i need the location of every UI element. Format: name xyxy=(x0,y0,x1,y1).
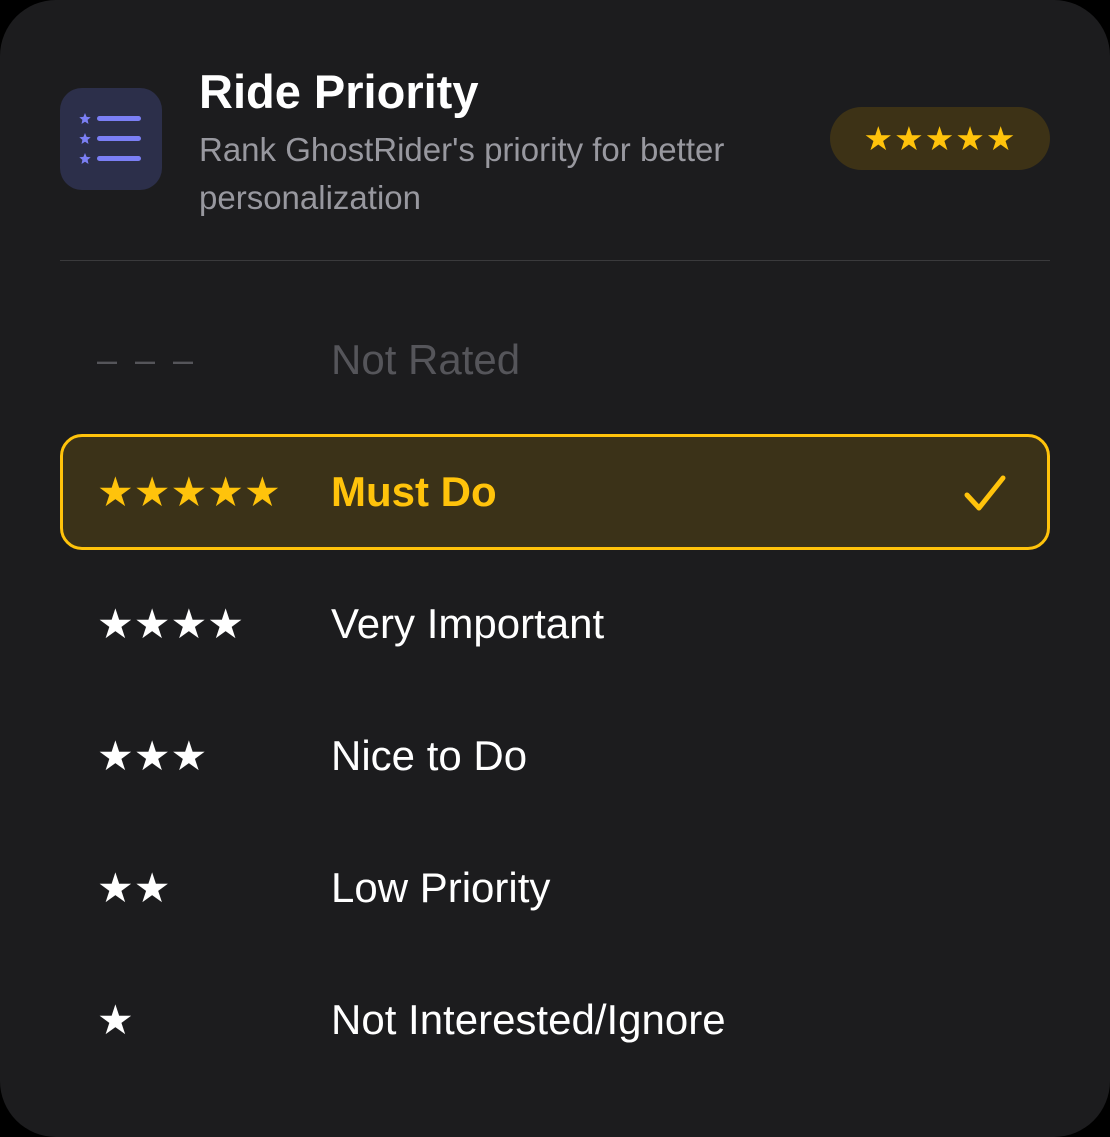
header-divider xyxy=(60,260,1050,261)
option-stars: ★★★★ xyxy=(97,601,245,647)
option-not-interested[interactable]: ★ Not Interested/Ignore xyxy=(60,962,1050,1078)
starred-list-icon xyxy=(60,88,162,190)
option-must-do[interactable]: ★★★★★ Must Do xyxy=(60,434,1050,550)
option-label: Not Interested/Ignore xyxy=(331,996,726,1043)
option-very-important[interactable]: ★★★★ Very Important xyxy=(60,566,1050,682)
option-nice-to-do[interactable]: ★★★ Nice to Do xyxy=(60,698,1050,814)
option-stars: ★★★★★ xyxy=(97,469,281,515)
option-label: Nice to Do xyxy=(331,732,528,779)
option-low-priority[interactable]: ★★ Low Priority xyxy=(60,830,1050,946)
ride-priority-sheet: Ride Priority Rank GhostRider's priority… xyxy=(0,0,1110,1137)
page-title: Ride Priority xyxy=(199,65,479,118)
checkmark-icon xyxy=(964,475,1006,511)
option-label: Very Important xyxy=(331,600,605,647)
option-stars: – – – xyxy=(97,339,198,380)
option-label: Not Rated xyxy=(331,336,521,383)
current-rating-badge: ★★★★★ xyxy=(830,107,1050,170)
option-stars: ★ xyxy=(97,997,134,1043)
option-stars: ★★ xyxy=(97,865,171,911)
page-subtitle: Rank GhostRider's priority for better pe… xyxy=(199,131,725,216)
option-label: Low Priority xyxy=(331,864,551,911)
option-stars: ★★★ xyxy=(97,733,208,779)
option-label: Must Do xyxy=(331,468,497,515)
option-not-rated[interactable]: – – – Not Rated xyxy=(60,302,1050,418)
